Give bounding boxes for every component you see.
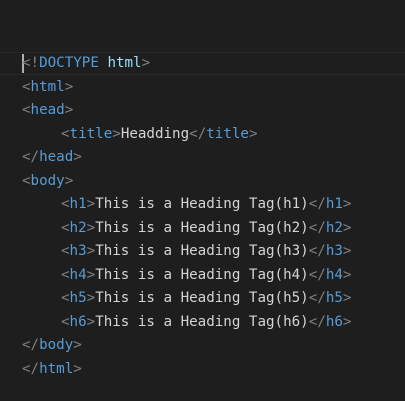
bracket: > [342, 196, 352, 212]
code-line-h6[interactable]: <h6>This is a Heading Tag(h6)</h6> [22, 311, 351, 335]
bracket: < [61, 219, 70, 236]
code-line-head-close[interactable]: </head> [22, 146, 351, 170]
code-line-html-open[interactable]: <html> [22, 76, 351, 100]
bracket: </ [22, 337, 40, 353]
tag-name: title [69, 125, 113, 142]
bracket: </ [308, 196, 326, 212]
code-editor[interactable]: <!DOCTYPE html> <html> <head> <title>Hea… [0, 0, 405, 401]
bracket: < [22, 78, 31, 95]
tag-name: h6 [69, 313, 87, 330]
doctype-open: <! [22, 55, 40, 71]
code-line-h5[interactable]: <h5>This is a Heading Tag(h5)</h5> [22, 287, 351, 311]
code-line-doctype[interactable]: <!DOCTYPE html> [22, 52, 351, 76]
code-line-body-close[interactable]: </body> [22, 334, 351, 358]
bracket: > [86, 243, 96, 259]
doctype-keyword: DOCTYPE [39, 55, 99, 71]
code-line-title[interactable]: <title>Headding</title> [22, 123, 351, 147]
bracket: > [86, 219, 96, 236]
doctype-close: > [141, 55, 151, 71]
bracket: > [64, 78, 74, 95]
bracket: < [61, 243, 70, 259]
bracket: > [86, 266, 96, 283]
doctype-value: html [107, 55, 142, 71]
tag-name: h1 [69, 196, 87, 212]
bracket: > [86, 313, 96, 330]
bracket: > [248, 125, 258, 142]
code-lines[interactable]: <!DOCTYPE html> <html> <head> <title>Hea… [22, 52, 351, 381]
tag-name: h4 [325, 266, 343, 283]
code-line-h1[interactable]: <h1>This is a Heading Tag(h1)</h1> [22, 193, 351, 217]
tag-name: h4 [69, 266, 87, 283]
tag-name: h6 [325, 313, 343, 330]
tag-name: html [39, 360, 74, 377]
bracket: < [61, 290, 70, 306]
bracket: < [61, 125, 70, 142]
tag-name: head [39, 149, 74, 165]
bracket: > [342, 290, 352, 306]
bracket: > [342, 243, 352, 259]
tag-name: h3 [69, 243, 87, 259]
bracket: > [86, 196, 96, 212]
heading-text: This is a Heading Tag(h4) [95, 266, 309, 283]
bracket: > [342, 266, 352, 283]
bracket: > [73, 360, 82, 377]
bracket: > [64, 102, 74, 118]
bracket: </ [22, 360, 40, 377]
tag-name: h1 [325, 196, 343, 212]
bracket: </ [22, 149, 40, 165]
bracket: </ [308, 313, 326, 330]
bracket: </ [308, 243, 326, 259]
code-line-h2[interactable]: <h2>This is a Heading Tag(h2)</h2> [22, 217, 351, 241]
tag-name: head [30, 102, 65, 118]
tag-name: html [30, 78, 65, 95]
bracket: </ [308, 219, 326, 236]
tag-name: body [30, 172, 65, 189]
bracket: < [61, 313, 70, 330]
heading-text: This is a Heading Tag(h2) [95, 219, 309, 236]
bracket: </ [308, 266, 326, 283]
code-line-h4[interactable]: <h4>This is a Heading Tag(h4)</h4> [22, 264, 351, 288]
tag-name: h3 [325, 243, 343, 259]
tag-name: title [206, 125, 249, 142]
heading-text: This is a Heading Tag(h3) [95, 243, 309, 259]
tag-name: h2 [325, 219, 343, 236]
tag-name: h5 [325, 290, 343, 306]
bracket: < [61, 266, 70, 283]
tag-name: h2 [69, 219, 87, 236]
bracket: > [342, 313, 352, 330]
code-line-html-close[interactable]: </html> [22, 358, 351, 382]
tag-name: h5 [69, 290, 87, 306]
bracket: </ [308, 290, 326, 306]
code-line-head-open[interactable]: <head> [22, 99, 351, 123]
bracket: > [73, 337, 82, 353]
bracket: > [64, 172, 74, 189]
bracket: < [61, 196, 70, 212]
bracket: > [342, 219, 352, 236]
heading-text: This is a Heading Tag(h1) [95, 196, 309, 212]
bracket: > [86, 290, 96, 306]
bracket: < [22, 102, 31, 118]
title-text: Headding [120, 125, 190, 142]
bracket: > [112, 125, 121, 142]
tag-name: body [39, 337, 74, 353]
code-line-body-open[interactable]: <body> [22, 170, 351, 194]
bracket: < [22, 172, 31, 189]
code-line-h3[interactable]: <h3>This is a Heading Tag(h3)</h3> [22, 240, 351, 264]
bracket: </ [189, 125, 207, 142]
heading-text: This is a Heading Tag(h5) [95, 290, 309, 306]
bracket: > [73, 149, 82, 165]
heading-text: This is a Heading Tag(h6) [95, 313, 309, 330]
